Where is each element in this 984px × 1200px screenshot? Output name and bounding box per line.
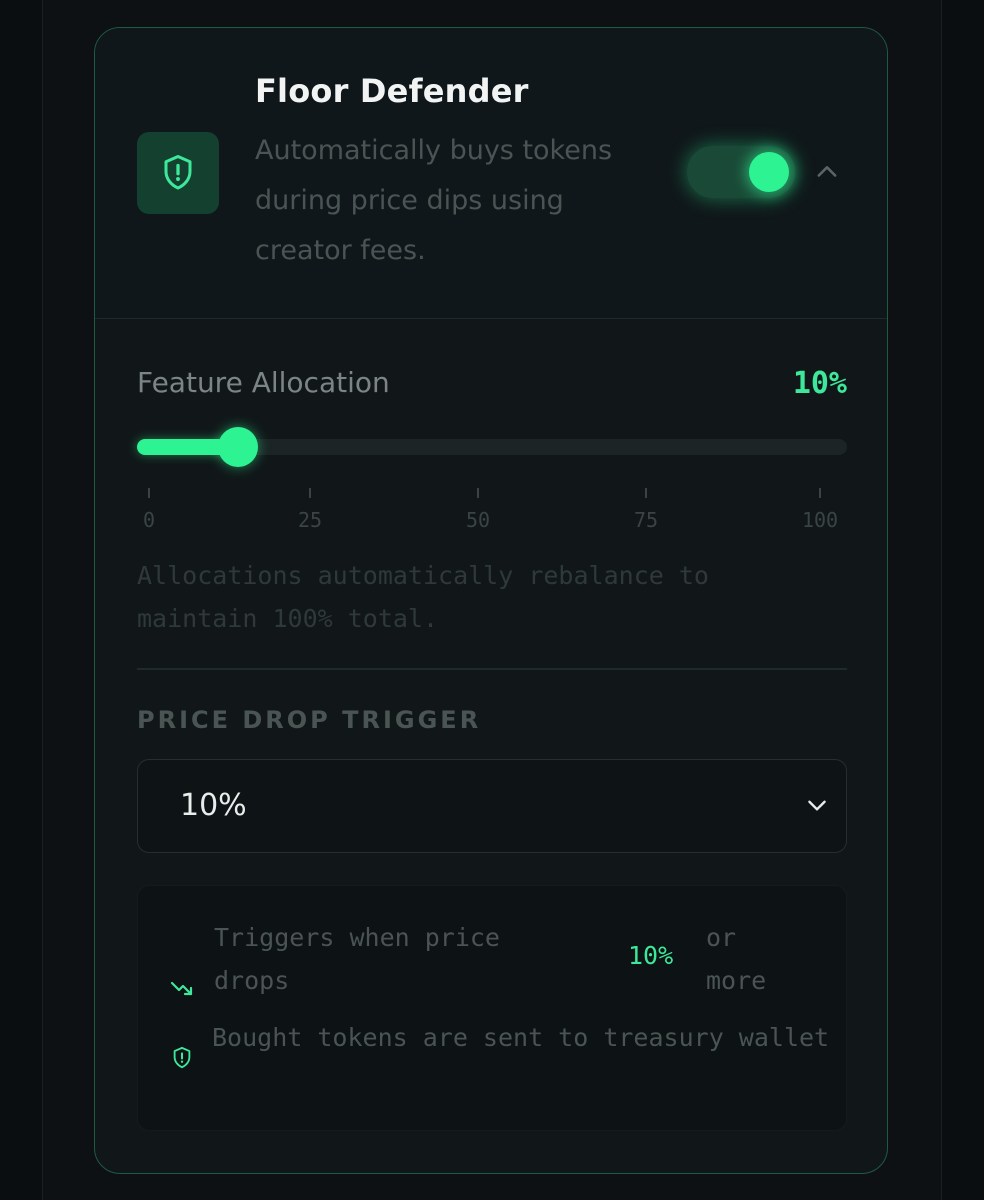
allocation-value: 10% [792,366,847,401]
slider-tick [819,488,821,498]
tick-label: 100 [801,508,839,532]
allocation-label: Feature Allocation [137,366,390,399]
feature-icon-tile [137,132,219,214]
feature-description: Automatically buys tokens during price d… [255,135,613,266]
info-trigger-suffix: or more [706,923,767,995]
chevron-up-icon[interactable] [813,158,841,186]
toggle-knob [749,152,789,192]
trending-down-icon [170,981,193,996]
slider-tick [477,488,479,498]
feature-title: Floor Defender [255,72,529,110]
trigger-info-box: Triggers when price drops 10% or more Bo… [137,885,847,1131]
slider-tick [148,488,150,498]
price-drop-select[interactable]: 10% [137,759,847,853]
chevron-down-icon [808,800,826,811]
tick-label: 75 [633,508,659,532]
price-drop-trigger-label: PRICE DROP TRIGGER [137,706,482,734]
slider-thumb[interactable] [218,427,258,467]
allocation-note: Allocations automatically rebalance to m… [137,561,709,633]
floor-defender-card: Floor Defender Automatically buys tokens… [94,27,888,1174]
tick-label: 0 [142,508,156,532]
shield-alert-icon [173,1046,191,1069]
feature-toggle[interactable] [687,146,795,198]
tick-label: 50 [465,508,491,532]
card-header[interactable]: Floor Defender Automatically buys tokens… [95,28,887,319]
tick-label: 25 [297,508,323,532]
shield-alert-icon [164,155,192,190]
select-value: 10% [180,788,247,823]
slider-tick [309,488,311,498]
info-trigger-percent: 10% [628,941,674,970]
section-divider [137,668,847,670]
info-treasury-text: Bought tokens are sent to treasury walle… [212,1023,830,1052]
info-trigger-text: Triggers when price drops [214,923,500,995]
allocation-slider[interactable] [137,427,847,467]
slider-tick [645,488,647,498]
